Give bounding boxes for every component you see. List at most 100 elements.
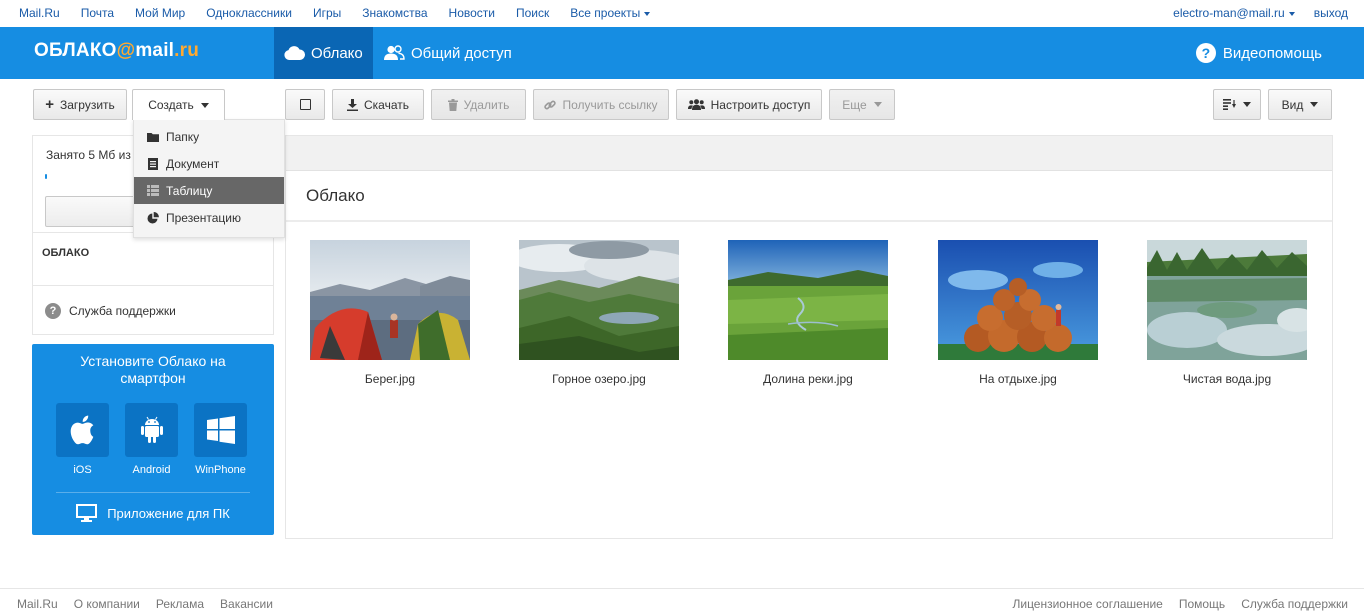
file-item[interactable]: Берег.jpg [310,240,470,386]
quota-text: Занято 5 Мб из [46,148,131,162]
logo[interactable]: ОБЛАКО@mail.ru [34,40,199,62]
menu-item-document[interactable]: Документ [134,150,284,177]
chevron-down-icon [1310,102,1319,107]
footer-link-license[interactable]: Лицензионное соглашение [1012,597,1162,611]
portal-link-ok[interactable]: Одноклассники [206,6,292,20]
chevron-down-icon [1288,11,1295,16]
sidebar-item-cloud[interactable]: ОБЛАКО [42,247,89,259]
select-all-checkbox[interactable] [285,89,325,120]
file-item[interactable]: На отдыхе.jpg [938,240,1098,386]
folder-title: Облако [306,186,365,205]
menu-item-folder[interactable]: Папку [134,123,284,150]
list-header-bar [286,136,1332,171]
file-name: Чистая вода.jpg [1182,372,1272,386]
monitor-icon [76,504,98,522]
portal-link-my-world[interactable]: Мой Мир [135,6,185,20]
tab-shared-label: Общий доступ [411,44,512,62]
file-thumbnail [728,240,888,360]
support-label: Служба поддержки [69,304,176,318]
mobile-app-promo: Установите Облако на смартфон iOS Android… [32,344,274,535]
footer-link-jobs[interactable]: Вакансии [220,597,273,611]
sort-icon [1223,99,1236,110]
logo-at: @ [116,40,136,61]
portal-link-all-projects[interactable]: Все проекты [570,6,651,20]
configure-access-label: Настроить доступ [710,97,811,112]
question-icon: ? [45,303,61,319]
get-link-button[interactable]: Получить ссылку [533,89,669,120]
footer-link-support[interactable]: Служба поддержки [1241,597,1348,611]
view-button[interactable]: Вид [1268,89,1332,120]
create-button[interactable]: Создать [132,89,225,120]
file-item[interactable]: Чистая вода.jpg [1147,240,1307,386]
document-icon [146,157,159,170]
footer-link-ads[interactable]: Реклама [156,597,204,611]
portal-link-news[interactable]: Новости [449,6,495,20]
file-item[interactable]: Долина реки.jpg [728,240,888,386]
configure-access-button[interactable]: Настроить доступ [676,89,822,120]
support-link[interactable]: ? Служба поддержки [45,303,176,319]
upload-button[interactable]: + Загрузить [33,89,127,120]
platform-android-label: Android [132,464,171,476]
footer-link-about[interactable]: О компании [74,597,140,611]
divider [286,220,1332,222]
portal-link-mailru[interactable]: Mail.Ru [19,6,60,20]
table-icon [146,185,159,196]
quota-progress-fill [45,174,48,179]
chevron-down-icon [873,102,882,107]
download-button[interactable]: Скачать [332,89,424,120]
menu-item-document-label: Документ [166,156,220,171]
pc-app-link[interactable]: Приложение для ПК [32,504,274,522]
platform-android[interactable]: Android [125,403,178,476]
menu-item-presentation[interactable]: Презентацию [134,204,284,231]
users-icon [687,99,705,110]
logo-main: ОБЛАКО [34,40,117,61]
create-label: Создать [148,98,194,112]
platform-winphone[interactable]: WinPhone [194,403,247,476]
portal-link-mail[interactable]: Почта [81,6,114,20]
tab-cloud-label: Облако [311,44,363,62]
menu-item-table[interactable]: Таблицу [134,177,284,204]
user-email-menu[interactable]: electro-man@mail.ru [1173,6,1295,20]
delete-label: Удалить [463,97,510,112]
download-label: Скачать [364,97,409,112]
platform-ios-label: iOS [73,464,92,476]
more-button[interactable]: Еще [829,89,895,120]
help-icon: ? [1195,43,1216,63]
delete-button[interactable]: Удалить [431,89,526,120]
chevron-down-icon [1243,102,1251,107]
file-thumbnail [310,240,470,360]
pc-app-label: Приложение для ПК [107,505,230,521]
portal-link-games[interactable]: Игры [313,6,341,20]
file-browser: Облако Берег.jpg Горное озеро.jpg Долина… [285,135,1333,539]
logo-ru: .ru [174,40,200,61]
divider [33,285,273,286]
platform-ios[interactable]: iOS [56,403,109,476]
logout-link[interactable]: выход [1314,6,1348,20]
upload-label: Загрузить [59,97,115,112]
file-name: Долина реки.jpg [763,372,853,386]
get-link-label: Получить ссылку [562,97,658,112]
video-help[interactable]: ? Видеопомощь [1195,43,1322,63]
divider [56,492,250,493]
pie-chart-icon [146,211,159,224]
chevron-down-icon [644,11,651,16]
all-projects-label: Все проекты [570,6,641,20]
portal-links: Mail.Ru Почта Мой Мир Одноклассники Игры… [19,6,671,20]
tab-cloud[interactable]: Облако [274,27,373,79]
sort-button[interactable] [1213,89,1261,120]
chevron-down-icon [200,102,209,108]
footer-links-right: Лицензионное соглашение Помощь Служба по… [996,597,1348,611]
portal-link-dating[interactable]: Знакомства [362,6,427,20]
portal-link-search[interactable]: Поиск [516,6,549,20]
file-thumbnail [519,240,679,360]
tab-shared-access[interactable]: Общий доступ [373,27,522,79]
file-name: Берег.jpg [364,372,416,386]
download-icon [347,98,358,111]
file-item[interactable]: Горное озеро.jpg [519,240,679,386]
footer-link-help[interactable]: Помощь [1179,597,1225,611]
portal-bar: Mail.Ru Почта Мой Мир Одноклассники Игры… [0,0,1364,27]
menu-item-table-label: Таблицу [166,183,213,198]
footer-link-mailru[interactable]: Mail.Ru [17,597,58,611]
footer-links-left: Mail.Ru О компании Реклама Вакансии [17,597,289,611]
platform-winphone-label: WinPhone [195,464,246,476]
